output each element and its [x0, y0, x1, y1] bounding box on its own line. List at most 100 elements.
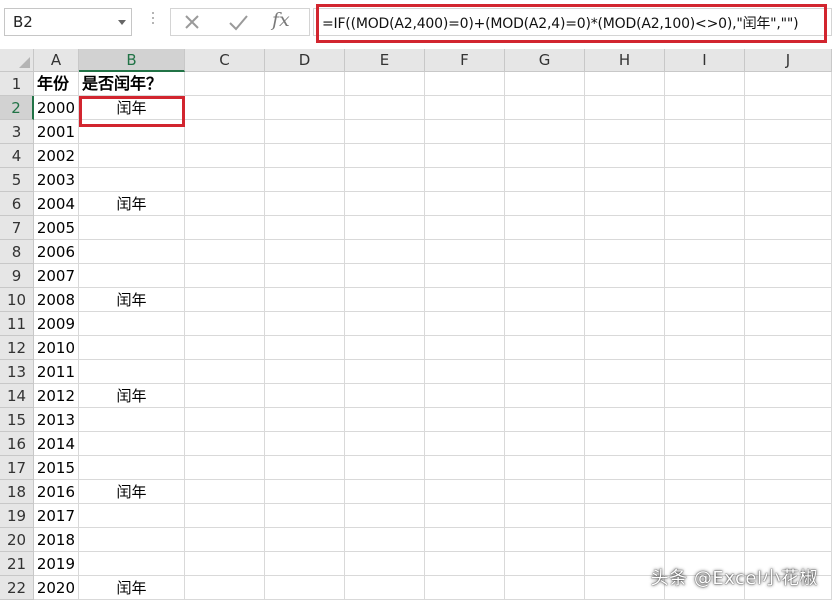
- cell-f2[interactable]: [425, 96, 505, 120]
- cell-d4[interactable]: [265, 144, 345, 168]
- cell-h17[interactable]: [585, 456, 665, 480]
- cell-b6[interactable]: 闰年: [79, 192, 185, 216]
- cell-d6[interactable]: [265, 192, 345, 216]
- row-header[interactable]: 7: [0, 216, 34, 240]
- cell-h6[interactable]: [585, 192, 665, 216]
- cell-j1[interactable]: [745, 72, 832, 96]
- cell-f19[interactable]: [425, 504, 505, 528]
- cell-c21[interactable]: [185, 552, 265, 576]
- cell-g20[interactable]: [505, 528, 585, 552]
- cell-i19[interactable]: [665, 504, 745, 528]
- cell-j4[interactable]: [745, 144, 832, 168]
- cell-a19[interactable]: 2017: [34, 504, 79, 528]
- row-header[interactable]: 19: [0, 504, 34, 528]
- cell-e9[interactable]: [345, 264, 425, 288]
- cell-c8[interactable]: [185, 240, 265, 264]
- row-header[interactable]: 12: [0, 336, 34, 360]
- row-header[interactable]: 5: [0, 168, 34, 192]
- cell-i17[interactable]: [665, 456, 745, 480]
- cell-j7[interactable]: [745, 216, 832, 240]
- cell-h13[interactable]: [585, 360, 665, 384]
- row-header[interactable]: 6: [0, 192, 34, 216]
- spreadsheet-grid[interactable]: ABCDEFGHIJ 1 年份 是否闰年？ 2 2000 闰年 3 2001 4 2002 5 200…: [0, 49, 832, 604]
- cell-g5[interactable]: [505, 168, 585, 192]
- cell-b21[interactable]: [79, 552, 185, 576]
- cell-g6[interactable]: [505, 192, 585, 216]
- cell-c1[interactable]: [185, 72, 265, 96]
- cell-h18[interactable]: [585, 480, 665, 504]
- cell-d13[interactable]: [265, 360, 345, 384]
- cell-h11[interactable]: [585, 312, 665, 336]
- cell-j14[interactable]: [745, 384, 832, 408]
- cell-g2[interactable]: [505, 96, 585, 120]
- cell-j11[interactable]: [745, 312, 832, 336]
- cell-h8[interactable]: [585, 240, 665, 264]
- cell-a2[interactable]: 2000: [34, 96, 79, 120]
- cell-a4[interactable]: 2002: [34, 144, 79, 168]
- cell-b18[interactable]: 闰年: [79, 480, 185, 504]
- cell-g8[interactable]: [505, 240, 585, 264]
- cell-e8[interactable]: [345, 240, 425, 264]
- select-all-button[interactable]: [0, 49, 34, 72]
- cell-j12[interactable]: [745, 336, 832, 360]
- cell-d9[interactable]: [265, 264, 345, 288]
- cell-d21[interactable]: [265, 552, 345, 576]
- cell-h2[interactable]: [585, 96, 665, 120]
- cell-c4[interactable]: [185, 144, 265, 168]
- cell-d12[interactable]: [265, 336, 345, 360]
- cell-j13[interactable]: [745, 360, 832, 384]
- cell-a6[interactable]: 2004: [34, 192, 79, 216]
- cell-h1[interactable]: [585, 72, 665, 96]
- cell-g18[interactable]: [505, 480, 585, 504]
- cell-i7[interactable]: [665, 216, 745, 240]
- cell-a12[interactable]: 2010: [34, 336, 79, 360]
- cell-c9[interactable]: [185, 264, 265, 288]
- cell-i16[interactable]: [665, 432, 745, 456]
- cell-d15[interactable]: [265, 408, 345, 432]
- cell-b7[interactable]: [79, 216, 185, 240]
- cell-d5[interactable]: [265, 168, 345, 192]
- cell-a16[interactable]: 2014: [34, 432, 79, 456]
- row-header[interactable]: 3: [0, 120, 34, 144]
- cell-c20[interactable]: [185, 528, 265, 552]
- cell-c13[interactable]: [185, 360, 265, 384]
- cell-c10[interactable]: [185, 288, 265, 312]
- cell-a7[interactable]: 2005: [34, 216, 79, 240]
- cell-g12[interactable]: [505, 336, 585, 360]
- cell-b8[interactable]: [79, 240, 185, 264]
- cell-g13[interactable]: [505, 360, 585, 384]
- cell-h12[interactable]: [585, 336, 665, 360]
- cell-e11[interactable]: [345, 312, 425, 336]
- cell-i3[interactable]: [665, 120, 745, 144]
- cell-b1[interactable]: 是否闰年？: [79, 72, 185, 96]
- column-header-g[interactable]: G: [505, 49, 585, 72]
- row-header[interactable]: 20: [0, 528, 34, 552]
- column-header-f[interactable]: F: [425, 49, 505, 72]
- row-header[interactable]: 11: [0, 312, 34, 336]
- cell-d10[interactable]: [265, 288, 345, 312]
- cell-a20[interactable]: 2018: [34, 528, 79, 552]
- cell-g3[interactable]: [505, 120, 585, 144]
- cell-d18[interactable]: [265, 480, 345, 504]
- cell-e20[interactable]: [345, 528, 425, 552]
- cell-a10[interactable]: 2008: [34, 288, 79, 312]
- cell-j16[interactable]: [745, 432, 832, 456]
- row-header[interactable]: 22: [0, 576, 34, 600]
- cell-h4[interactable]: [585, 144, 665, 168]
- cell-h15[interactable]: [585, 408, 665, 432]
- cell-b14[interactable]: 闰年: [79, 384, 185, 408]
- cell-b5[interactable]: [79, 168, 185, 192]
- column-header-h[interactable]: H: [585, 49, 665, 72]
- cell-h20[interactable]: [585, 528, 665, 552]
- cell-c15[interactable]: [185, 408, 265, 432]
- cell-j6[interactable]: [745, 192, 832, 216]
- cell-a22[interactable]: 2020: [34, 576, 79, 600]
- cell-d2[interactable]: [265, 96, 345, 120]
- cell-i11[interactable]: [665, 312, 745, 336]
- cell-i13[interactable]: [665, 360, 745, 384]
- cell-f8[interactable]: [425, 240, 505, 264]
- row-header[interactable]: 9: [0, 264, 34, 288]
- cell-h7[interactable]: [585, 216, 665, 240]
- column-header-e[interactable]: E: [345, 49, 425, 72]
- cell-g15[interactable]: [505, 408, 585, 432]
